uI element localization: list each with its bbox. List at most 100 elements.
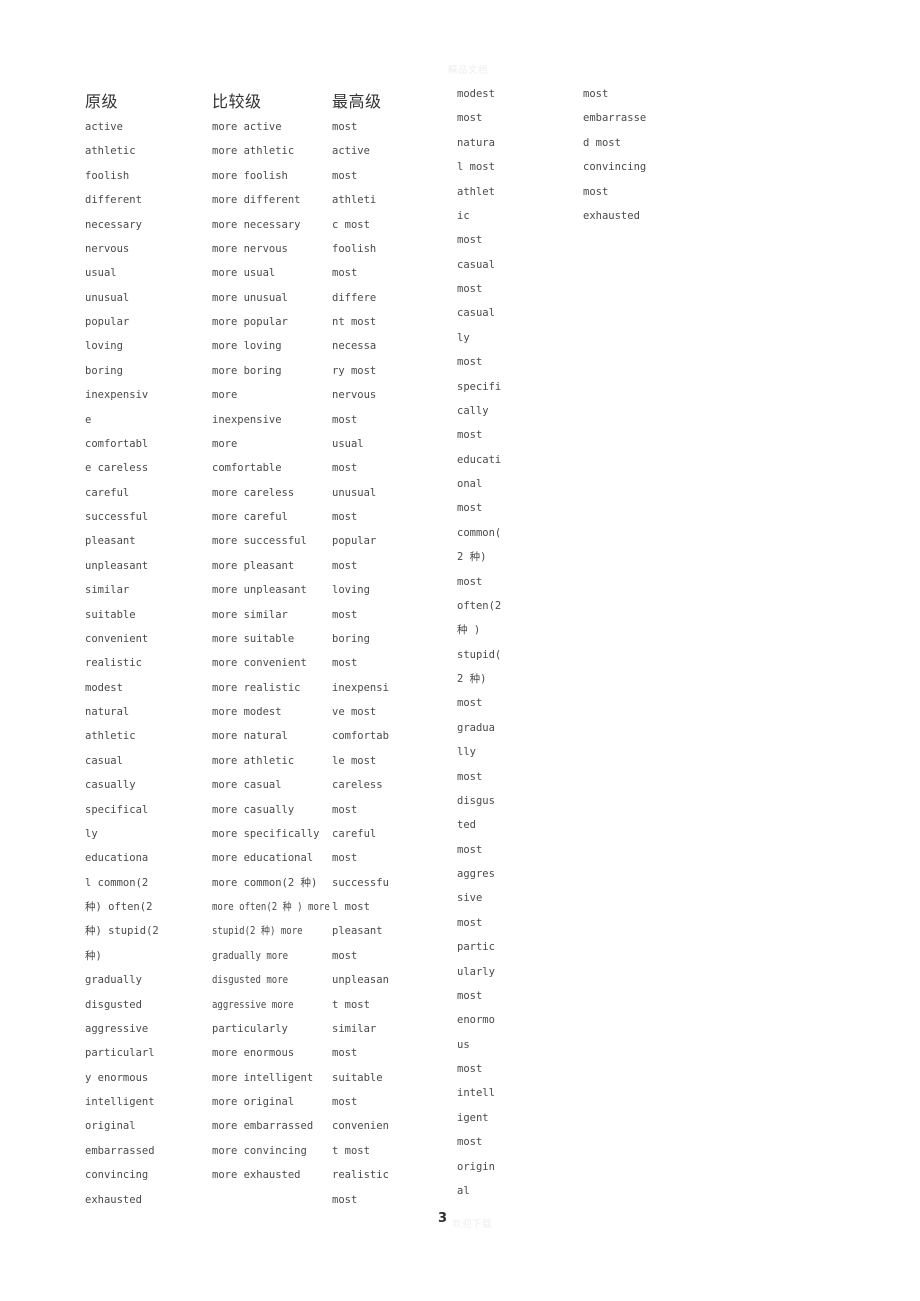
- word-line: similar: [85, 584, 130, 597]
- word-line: convenient: [85, 632, 149, 645]
- word-line: most: [332, 169, 358, 182]
- word-line: inexpensi: [332, 681, 389, 694]
- word-line: convenien: [332, 1120, 389, 1133]
- word-line: athletic: [85, 730, 136, 743]
- word-line: gradually: [85, 974, 142, 987]
- word-line: foolish: [332, 242, 377, 255]
- word-line: ted: [457, 819, 476, 832]
- word-line: usual: [332, 437, 364, 450]
- word-line: most: [332, 1096, 358, 1108]
- word-line: disgusted: [85, 998, 142, 1011]
- word-line: most: [583, 185, 609, 198]
- word-line: exhausted: [85, 1193, 142, 1206]
- word-line: disgus: [457, 794, 495, 807]
- word-line: 2 种): [457, 673, 487, 685]
- word-line: more common(2 种): [212, 876, 318, 889]
- word-line: differe: [332, 291, 377, 304]
- word-line: aggres: [457, 868, 495, 880]
- word-line: comfortab: [332, 730, 389, 743]
- word-line: popular: [332, 535, 377, 548]
- word-line: e careless: [85, 462, 149, 475]
- word-line: t most: [332, 1144, 370, 1157]
- word-line: unpleasant: [85, 559, 149, 572]
- word-line: athlet: [457, 185, 495, 198]
- word-line: nervous: [85, 242, 130, 255]
- word-line: more casually: [212, 803, 295, 816]
- word-line: embarrassed: [85, 1144, 155, 1157]
- word-line: convincing: [85, 1169, 149, 1182]
- word-line: most: [332, 413, 358, 426]
- column-header-superlative: 最高级: [332, 92, 382, 111]
- word-line: more usual: [212, 267, 276, 280]
- word-line: popular: [85, 316, 130, 328]
- word-line: unpleasan: [332, 974, 389, 987]
- word-line: most: [457, 356, 483, 369]
- word-line: most: [332, 267, 358, 280]
- word-line: loving: [332, 584, 370, 597]
- word-line: more convincing: [212, 1144, 307, 1157]
- word-line: more casual: [212, 779, 282, 792]
- word-line: more natural: [212, 730, 288, 743]
- word-line: intell: [457, 1087, 495, 1100]
- word-line: nt most: [332, 316, 377, 328]
- word-line: most: [457, 1063, 483, 1075]
- word-line: us: [457, 1038, 470, 1051]
- word-line: more popular: [212, 316, 288, 328]
- word-line: stupid(2 种) more: [212, 925, 303, 938]
- word-line: most: [332, 949, 358, 962]
- word-line: most: [457, 283, 483, 295]
- word-line: usual: [85, 267, 117, 280]
- word-line: necessa: [332, 340, 377, 353]
- word-line: more active: [212, 121, 282, 133]
- word-line: aggressive: [85, 1022, 149, 1035]
- word-line: gradually more: [212, 949, 289, 962]
- word-line: educati: [457, 453, 502, 466]
- word-line: most: [457, 429, 483, 442]
- word-line: most: [332, 121, 358, 133]
- word-line: realistic: [85, 657, 142, 670]
- word-line: more successful: [212, 535, 307, 548]
- word-line: modest: [457, 88, 495, 100]
- word-line: more different: [212, 194, 301, 207]
- word-line: inexpensive: [212, 413, 282, 426]
- word-line: successfu: [332, 876, 389, 889]
- word-line: similar: [332, 1022, 377, 1035]
- word-line: y enormous: [85, 1071, 149, 1084]
- column-header-positive: 原级: [85, 92, 119, 111]
- word-line: most: [332, 852, 358, 865]
- word-line: most: [332, 559, 358, 572]
- word-line: most: [457, 575, 483, 588]
- word-line: most: [457, 234, 483, 247]
- word-line: active: [332, 145, 370, 158]
- word-line: successful: [85, 511, 149, 523]
- word-line: suitable: [85, 608, 136, 621]
- word-line: natural: [85, 706, 130, 718]
- word-line: d most: [583, 136, 621, 149]
- word-line: partic: [457, 941, 495, 954]
- word-line: active: [85, 121, 123, 133]
- word-line: more intelligent: [212, 1071, 314, 1084]
- word-line: athleti: [332, 194, 377, 207]
- word-line: more often(2 种 ) more: [212, 901, 330, 913]
- word-line: most: [457, 989, 483, 1002]
- word-line: specifical: [85, 803, 149, 816]
- word-line: casually: [85, 779, 136, 792]
- word-line: most: [332, 462, 358, 475]
- word-line: most: [583, 88, 609, 100]
- word-line: gradua: [457, 721, 495, 734]
- word-line: ularly: [457, 965, 495, 978]
- word-line: boring: [85, 364, 123, 377]
- word-line: unusual: [332, 486, 377, 499]
- word-line: disgusted more: [212, 974, 289, 987]
- column-positive-words: active athletic foolish different necessary n…: [85, 115, 159, 1212]
- word-line: more necessary: [212, 218, 301, 231]
- word-line: sive: [457, 892, 483, 905]
- word-line: most: [332, 1193, 358, 1206]
- word-line: more convenient: [212, 657, 307, 670]
- word-line: more athletic: [212, 145, 295, 158]
- word-line: casual: [457, 258, 495, 271]
- word-line: t most: [332, 998, 370, 1011]
- word-line: original: [85, 1120, 136, 1133]
- word-line: boring: [332, 632, 370, 645]
- word-line: most: [457, 502, 483, 515]
